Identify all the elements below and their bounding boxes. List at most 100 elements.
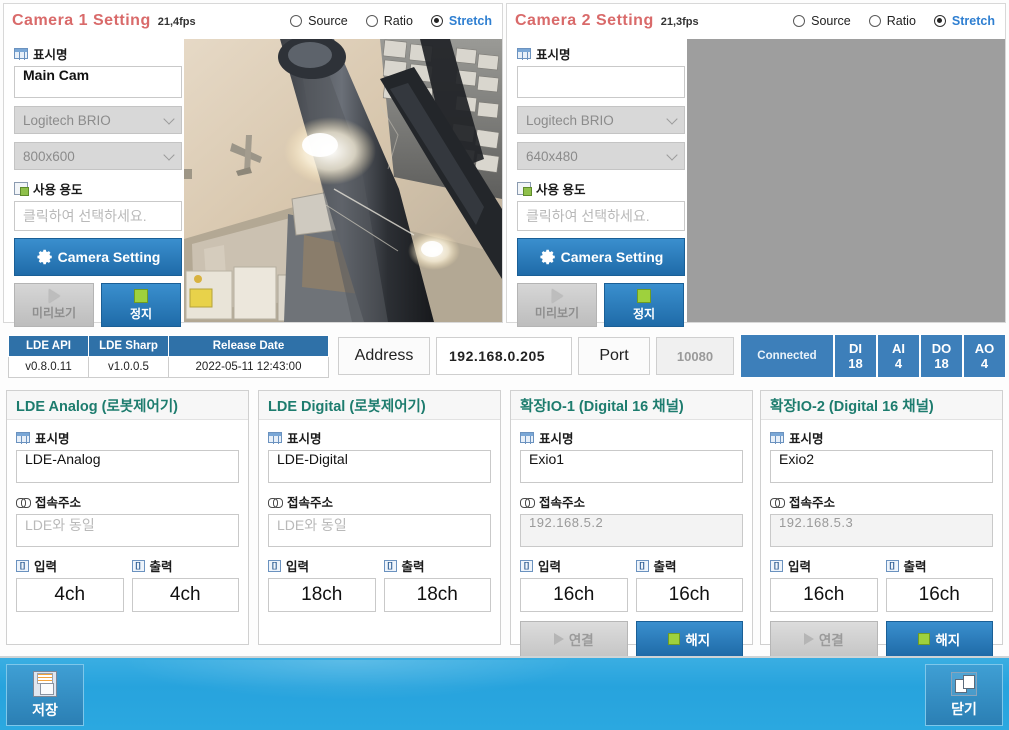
io-2-disconnect-label: 해지: [685, 633, 711, 648]
camera-1-usage-label: 사용 용도: [33, 183, 83, 197]
camera-1-mode-stretch-label: Stretch: [448, 14, 492, 28]
address-input[interactable]: 192.168.0.205: [436, 337, 572, 375]
io-0-name-input[interactable]: LDE-Analog: [16, 450, 239, 483]
io-2-disconnect-button[interactable]: 해지: [635, 621, 743, 657]
address-label: Address: [338, 337, 430, 375]
save-button[interactable]: 저장: [6, 664, 84, 726]
io-2-output-label-row: [] 출력: [635, 556, 744, 575]
io-3-output-label-row: [] 출력: [885, 556, 994, 575]
camera-2-device-select[interactable]: Logitech BRIO: [517, 106, 685, 134]
app-window: Camera 1 Setting 21,4fps Source Ratio St…: [0, 0, 1009, 730]
io-panel-exio-2-title: 확장IO-2 (Digital 16 채널): [761, 391, 1002, 420]
camera-1-mode-stretch[interactable]: Stretch: [430, 14, 492, 28]
camera-2-resolution-select[interactable]: 640x480: [517, 142, 685, 170]
counter-do-value: 18: [934, 356, 949, 371]
bracket-icon: []: [520, 559, 533, 572]
io-3-name-label-row: 표시명: [770, 428, 993, 447]
camera-2-usage-label-row: 사용 용도: [517, 179, 685, 198]
io-1-input-value[interactable]: 18ch: [268, 578, 376, 612]
camera-1-title: Camera 1 Setting: [12, 12, 151, 29]
io-0-address-input[interactable]: LDE와 동일: [16, 514, 239, 547]
camera-1-setting-button[interactable]: Camera Setting: [14, 238, 182, 276]
camera-1-mode-source[interactable]: Source: [290, 14, 348, 28]
camera-2-usage-label: 사용 용도: [536, 183, 586, 197]
camera-1-setting-button-label: Camera Setting: [57, 249, 161, 265]
camera-2-resolution-value: 640x480: [526, 148, 578, 164]
version-value-lde-sharp: v1.0.0.5: [88, 355, 169, 378]
io-1-channel-values: 18ch 18ch: [268, 578, 491, 612]
io-0-address-label-row: 접속주소: [16, 492, 239, 511]
io-1-output-value[interactable]: 18ch: [383, 578, 491, 612]
io-0-channel-values: 4ch 4ch: [16, 578, 239, 612]
io-panel-lde-digital-title: LDE Digital (로봇제어기): [259, 391, 500, 420]
table-icon: [517, 48, 531, 60]
io-1-name-input[interactable]: LDE-Digital: [268, 450, 491, 483]
camera-2-setting-button[interactable]: Camera Setting: [517, 238, 685, 276]
camera-1-mode-source-label: Source: [308, 14, 348, 28]
io-0-address-label: 접속주소: [35, 496, 82, 510]
radio-icon: [793, 15, 806, 27]
camera-2-usage-input[interactable]: 클릭하여 선택하세요.: [517, 201, 685, 231]
usage-icon: [517, 182, 532, 196]
io-2-address-input[interactable]: 192.168.5.2: [520, 514, 743, 547]
io-panel-lde-digital-body: 표시명 LDE-Digital 접속주소 LDE와 동일 [] 입력 [] 출력…: [259, 420, 500, 612]
camera-1-mode-ratio[interactable]: Ratio: [365, 14, 413, 28]
io-1-name-label-row: 표시명: [268, 428, 491, 447]
camera-2-mode-source[interactable]: Source: [793, 14, 851, 28]
camera-1-video-frame: [184, 39, 502, 322]
stop-icon: [918, 633, 931, 645]
camera-2-stop-button[interactable]: 정지: [604, 283, 684, 327]
connection-status-badge: Connected: [740, 334, 834, 378]
camera-2-preview-button[interactable]: 미리보기: [517, 283, 597, 327]
counter-do-key: DO: [931, 341, 952, 356]
camera-1-preview-button[interactable]: 미리보기: [14, 283, 94, 327]
io-0-output-value[interactable]: 4ch: [131, 578, 239, 612]
io-3-connect-button[interactable]: 연결: [770, 621, 878, 657]
io-1-address-input[interactable]: LDE와 동일: [268, 514, 491, 547]
io-2-actions: 연결 해지: [520, 621, 743, 657]
io-2-input-value[interactable]: 16ch: [520, 578, 628, 612]
io-3-output-value[interactable]: 16ch: [885, 578, 993, 612]
close-button-label: 닫기: [951, 700, 977, 717]
camera-2-mode-ratio[interactable]: Ratio: [868, 14, 916, 28]
bracket-icon: []: [131, 559, 145, 572]
camera-1-device-select[interactable]: Logitech BRIO: [14, 106, 182, 134]
io-2-connect-button[interactable]: 연결: [520, 621, 628, 657]
io-0-input-label-row: [] 입력: [16, 556, 124, 575]
io-2-name-label: 표시명: [539, 432, 574, 446]
io-0-input-value[interactable]: 4ch: [16, 578, 124, 612]
io-0-output-label-row: [] 출력: [131, 556, 240, 575]
close-button[interactable]: 닫기: [925, 664, 1003, 726]
camera-1-usage-input[interactable]: 클릭하여 선택하세요.: [14, 201, 182, 231]
bracket-icon: []: [383, 559, 397, 572]
io-1-output-label-row: [] 출력: [383, 556, 492, 575]
camera-2-display-name-label: 표시명: [536, 48, 571, 62]
camera-1-preview-label: 미리보기: [31, 306, 77, 320]
io-3-address-input[interactable]: 192.168.5.3: [770, 514, 993, 547]
camera-1-stop-button[interactable]: 정지: [101, 283, 181, 327]
camera-1-resolution-select[interactable]: 800x600: [14, 142, 182, 170]
io-1-channel-labels: [] 입력 [] 출력: [268, 556, 491, 578]
io-2-name-input[interactable]: Exio1: [520, 450, 743, 483]
camera-2-view-modes: Source Ratio Stretch: [793, 14, 995, 28]
camera-2-display-name-input[interactable]: [517, 66, 685, 98]
camera-1-display-name-label: 표시명: [33, 48, 68, 62]
io-3-disconnect-button[interactable]: 해지: [885, 621, 993, 657]
port-input[interactable]: 10080: [656, 337, 734, 375]
camera-1-header: Camera 1 Setting 21,4fps: [12, 12, 196, 30]
io-3-name-input[interactable]: Exio2: [770, 450, 993, 483]
io-2-input-label-row: [] 입력: [520, 556, 628, 575]
camera-2-video-feed[interactable]: [687, 39, 1005, 322]
camera-2-header: Camera 2 Setting 21,3fps: [515, 12, 699, 30]
camera-2-mode-stretch[interactable]: Stretch: [933, 14, 995, 28]
io-3-input-value[interactable]: 16ch: [770, 578, 878, 612]
bottom-toolbar: 저장 닫기: [0, 656, 1009, 730]
link-icon: [268, 497, 283, 508]
camera-2-device-value: Logitech BRIO: [526, 112, 614, 128]
chevron-down-icon: [163, 149, 175, 161]
table-icon: [16, 432, 30, 444]
camera-1-video-feed[interactable]: [184, 39, 502, 322]
io-2-output-value[interactable]: 16ch: [635, 578, 743, 612]
camera-1-usage-label-row: 사용 용도: [14, 179, 182, 198]
camera-1-display-name-input[interactable]: Main Cam: [14, 66, 182, 98]
